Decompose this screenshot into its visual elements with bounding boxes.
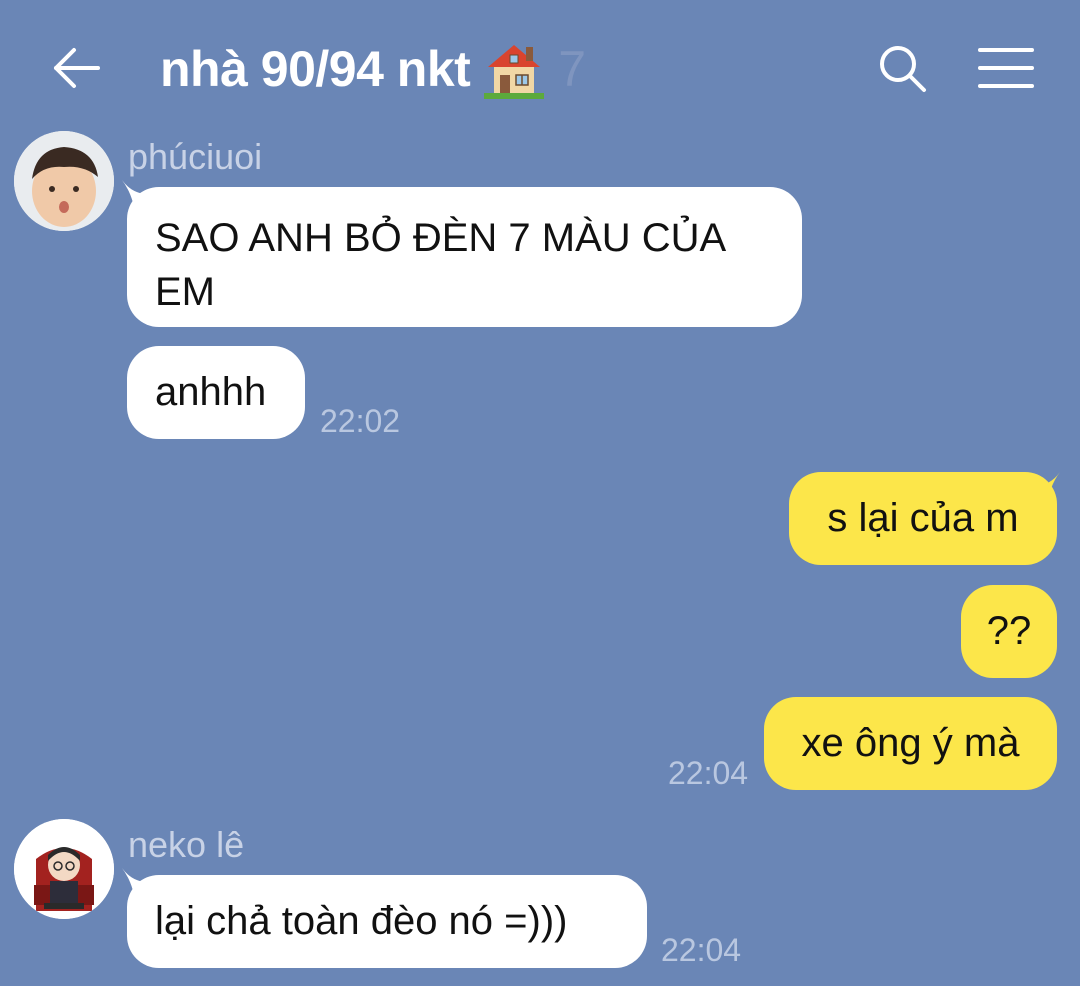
message-timestamp: 22:04 <box>661 932 742 968</box>
chat-header: nhà 90/94 nkt 7 <box>0 0 1080 130</box>
sender-name: neko lê <box>128 824 245 865</box>
message-text: xe ông ý mà <box>801 721 1020 765</box>
message-text: ?? <box>986 609 1032 653</box>
search-button[interactable] <box>874 40 930 96</box>
message-text: s lại của m <box>827 496 1019 540</box>
message-text: anhhh <box>155 370 267 414</box>
back-button[interactable] <box>48 40 104 96</box>
sender-name: phúciuoi <box>128 136 263 177</box>
message-bubble[interactable]: ?? <box>961 585 1057 678</box>
message-bubble[interactable]: xe ông ý mà <box>764 697 1057 790</box>
message-bubble[interactable]: lại chả toàn đèo nó =))) <box>127 875 647 968</box>
avatar-phuciuoi[interactable] <box>14 131 114 231</box>
message-text: EM <box>155 270 215 314</box>
message-bubble[interactable]: s lại của m <box>789 472 1057 565</box>
user-photo-icon <box>14 131 114 231</box>
house-with-garden-icon <box>482 37 546 101</box>
message-bubble[interactable]: anhhh <box>127 346 305 439</box>
message-text: SAO ANH BỎ ĐÈN 7 MÀU CỦA <box>155 216 727 260</box>
message-bubble[interactable]: SAO ANH BỎ ĐÈN 7 MÀU CỦA EM <box>127 187 802 327</box>
hamburger-menu-icon <box>978 48 1034 88</box>
avatar-neko-le[interactable] <box>14 819 114 919</box>
group-name: nhà 90/94 nkt <box>160 41 471 97</box>
search-icon <box>880 46 926 92</box>
message-timestamp: 22:02 <box>320 403 401 439</box>
member-count: 7 <box>558 41 587 97</box>
message-timestamp: 22:04 <box>668 755 749 791</box>
arrow-left-icon <box>54 48 100 88</box>
message-text: lại chả toàn đèo nó =))) <box>155 899 568 943</box>
cartoon-avatar-icon <box>14 819 114 919</box>
menu-button[interactable] <box>976 40 1036 96</box>
chat-title[interactable]: nhà 90/94 nkt 7 <box>160 34 586 104</box>
